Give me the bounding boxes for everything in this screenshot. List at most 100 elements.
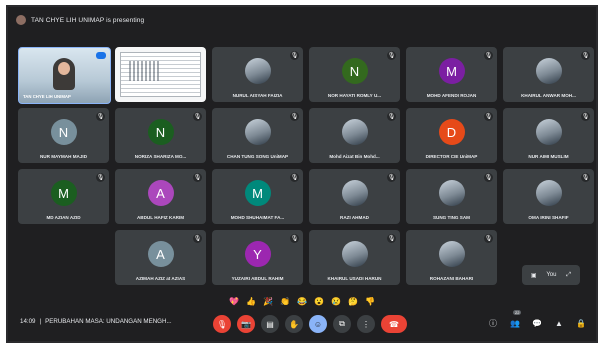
mic-muted-icon: 🎙 (581, 112, 590, 121)
avatar (244, 119, 271, 145)
participant-name: AZIMAH AZIZ at AZIAS (135, 276, 186, 281)
mic-off-button[interactable]: 🎙 (213, 315, 231, 333)
raise-hand-button[interactable]: ✋ (285, 315, 303, 333)
participant-name: MD AZIAN AZID (46, 215, 81, 220)
hand-icon: ✋ (289, 319, 299, 329)
participant-name: ROHAZANI BAHARI (429, 276, 474, 281)
reaction-emoji[interactable]: 🤔 (347, 295, 359, 307)
participant-tile[interactable]: A 🎙 ABDUL HAFIZ KARIM (115, 169, 206, 224)
participant-tile[interactable]: 🎙 ROHAZANI BAHARI (406, 230, 497, 285)
mic-muted-icon: 🎙 (387, 173, 396, 182)
mic-muted-icon: 🎙 (484, 173, 493, 182)
participant-tile[interactable]: Y 🎙 YUZAIRI ABDUL RAHIM (212, 230, 303, 285)
participant-tile[interactable]: N 🎙 NOR HAYATI ROMLY U... (309, 47, 400, 102)
participant-tile[interactable]: 🎙 RAZI AHMAD (309, 169, 400, 224)
more-vert-icon: ⋮ (362, 319, 370, 329)
participant-tile[interactable]: N 🎙 NUR MAYMAH MAJID (18, 108, 109, 163)
participant-tile[interactable]: 🎙 NUR AIMI MUSLIM (503, 108, 594, 163)
screen-share-tile[interactable] (115, 47, 206, 102)
avatar: M (438, 58, 465, 84)
meeting-details-button[interactable]: ⓘ (486, 316, 500, 330)
chat-button[interactable]: 💬 (530, 316, 544, 330)
mic-muted-icon: 🎙 (193, 173, 202, 182)
participant-tile[interactable]: TAN CHYE LIH UNIMAP (18, 47, 111, 104)
more-options-button[interactable]: ⋮ (357, 315, 375, 333)
participant-tile[interactable]: M 🎙 MOHD AFENDI ROJAN (406, 47, 497, 102)
avatar (535, 58, 562, 84)
reaction-emoji[interactable]: 👎 (364, 295, 376, 307)
avatar (341, 180, 368, 206)
avatar (341, 241, 368, 267)
avatar (535, 119, 562, 145)
speaking-indicator-icon (96, 52, 106, 59)
participant-tile[interactable]: A 🎙 AZIMAH AZIZ at AZIAS (115, 230, 206, 285)
reaction-emoji[interactable]: 😂 (296, 295, 308, 307)
reaction-emoji[interactable]: 😢 (330, 295, 342, 307)
avatar (244, 58, 271, 84)
participant-tile[interactable]: D 🎙 DIRECTOR CIE UniMAP (406, 108, 497, 163)
participant-name: KHAIRUL USADI HARUN (327, 276, 382, 281)
activities-button[interactable]: ▲ (552, 316, 566, 330)
mic-muted-icon: 🎙 (387, 112, 396, 121)
avatar: A (147, 241, 174, 267)
present-button[interactable]: ⧉ (333, 315, 351, 333)
side-panel-controls: ⓘ 👥 22 💬 ▲ 🔒 (486, 310, 588, 330)
expand-icon[interactable]: ⤢ (566, 272, 571, 279)
mic-muted-icon: 🎙 (96, 173, 105, 182)
meet-window: TAN CHYE LIH UNIMAP is presenting TAN CH… (6, 5, 598, 343)
participant-name: NURUL AISYAH FAIZIA (232, 93, 283, 98)
participant-name: YUZAIRI ABDUL RAHIM (231, 276, 284, 281)
camera-off-button[interactable]: 📷 (237, 315, 255, 333)
leave-call-button[interactable]: ☎ (381, 315, 407, 333)
reaction-emoji[interactable]: 👍 (245, 295, 257, 307)
reaction-emoji[interactable]: 💖 (228, 295, 240, 307)
avatar: Y (244, 241, 271, 267)
mic-muted-icon: 🎙 (581, 51, 590, 60)
captions-button[interactable]: ▤ (261, 315, 279, 333)
camera-off-icon: 📷 (241, 319, 251, 329)
participant-tile[interactable]: 🎙 OMA IRINI SHAFIF (503, 169, 594, 224)
participant-tile[interactable]: N 🎙 NORIZA SHARIZA MO... (115, 108, 206, 163)
mic-muted-icon: 🎙 (290, 234, 299, 243)
participant-tile[interactable]: 🎙 NURUL AISYAH FAIZIA (212, 47, 303, 102)
hang-up-icon: ☎ (389, 319, 399, 329)
participant-tile[interactable]: 🎙 SUNG TING SAM (406, 169, 497, 224)
reaction-emoji[interactable]: 👏 (279, 295, 291, 307)
reactions-button[interactable]: ☺ (309, 315, 327, 333)
participant-name: CHAN TUNG SONG UniMAP (226, 154, 289, 159)
participant-tile[interactable]: 🎙 CHAN TUNG SONG UniMAP (212, 108, 303, 163)
mic-muted-icon: 🎙 (290, 112, 299, 121)
participant-name: SUNG TING SAM (432, 215, 470, 220)
shared-document (120, 52, 201, 97)
participant-tile[interactable]: M 🎙 MD AZIAN AZID (18, 169, 109, 224)
participant-name: NUR AIMI MUSLIM (528, 154, 569, 159)
meeting-info: 14:09 | PERUBAHAN MASA: UNDANGAN MENGH..… (20, 318, 172, 325)
participant-tile[interactable]: 🎙 KHAIRUL USADI HARUN (309, 230, 400, 285)
participant-tile[interactable]: M 🎙 MOHD SHUHAIMAT FA... (212, 169, 303, 224)
mic-muted-icon: 🎙 (581, 173, 590, 182)
participant-tile[interactable]: 🎙 KHAIRUL ANWAR MOH... (503, 47, 594, 102)
presenting-text: TAN CHYE LIH UNIMAP is presenting (31, 16, 145, 24)
avatar (535, 180, 562, 206)
self-view-tile[interactable]: ▣ You ⤢ (522, 265, 580, 285)
shapes-icon: ▲ (555, 318, 563, 328)
mic-muted-icon: 🎙 (387, 51, 396, 60)
people-button[interactable]: 👥 22 (508, 310, 522, 330)
mic-muted-icon: 🎙 (484, 234, 493, 243)
participant-name: NORIZA SHARIZA MO... (134, 154, 187, 159)
mic-muted-icon: 🎙 (387, 234, 396, 243)
reaction-emoji[interactable]: 😮 (313, 295, 325, 307)
participant-name: Mohd Aizat Bin Mohd... (329, 154, 380, 159)
lock-person-icon: 🔒 (576, 318, 586, 328)
call-controls: 🎙 📷 ▤ ✋ ☺ ⧉ ⋮ ☎ (213, 315, 407, 333)
participant-tile[interactable]: 🎙 Mohd Aizat Bin Mohd... (309, 108, 400, 163)
shared-document-table (129, 61, 159, 81)
presenter-face (58, 62, 70, 75)
mic-off-icon: 🎙 (216, 319, 228, 329)
host-controls-button[interactable]: 🔒 (574, 316, 588, 330)
avatar: N (147, 119, 174, 145)
info-icon: ⓘ (489, 318, 497, 328)
reaction-emoji[interactable]: 🎉 (262, 295, 274, 307)
avatar (438, 241, 465, 267)
avatar: M (244, 180, 271, 206)
